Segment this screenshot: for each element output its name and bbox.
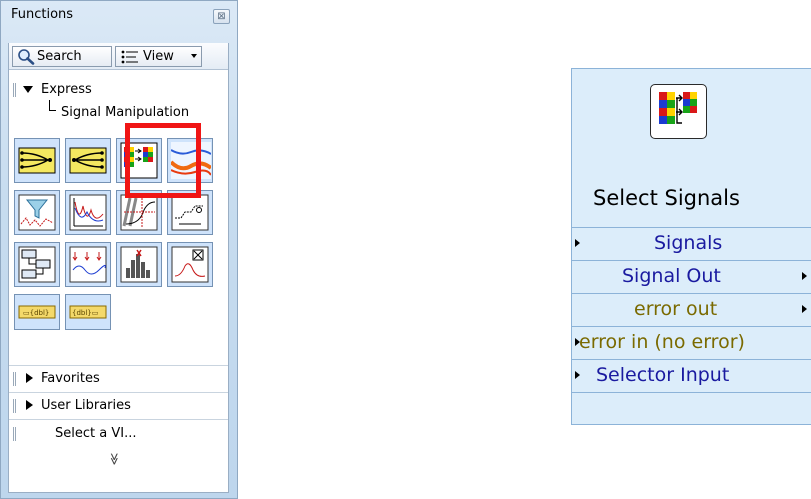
terminal-signal-out[interactable]: Signal Out (572, 260, 811, 290)
divider (9, 392, 228, 393)
tree-item-express[interactable]: Express (9, 80, 228, 100)
express-label: Express (41, 82, 92, 97)
svg-text:{dbl}▭: {dbl}▭ (72, 309, 98, 317)
terminal-selector-input[interactable]: Selector Input (572, 359, 811, 389)
close-icon[interactable]: ⊠ (213, 9, 230, 24)
expand-right-icon[interactable] (26, 373, 33, 383)
palette-toolbar: Search View (9, 43, 228, 70)
search-button[interactable]: Search (12, 46, 112, 67)
select-signals-node-icon (650, 84, 707, 139)
expand-right-icon[interactable] (26, 400, 33, 410)
histogram-icon[interactable] (116, 242, 162, 287)
terminal-label: Selector Input (596, 364, 730, 386)
filter-icon[interactable] (14, 190, 60, 235)
select-a-vi-label: Select a VI... (55, 426, 137, 441)
view-options-icon (121, 50, 138, 64)
drag-grip[interactable] (13, 83, 16, 97)
divider (9, 419, 228, 420)
select-signals-node[interactable]: Select Signals Signals Signal Out error … (571, 68, 811, 425)
select-a-vi-item[interactable]: Select a VI... (9, 424, 228, 444)
terminal-empty-row (572, 392, 811, 426)
user-libraries-label: User Libraries (41, 398, 131, 413)
drag-grip[interactable] (13, 427, 16, 441)
output-arrow-icon (802, 272, 807, 280)
merge-signals-icon[interactable] (14, 138, 60, 183)
peak-detection-icon[interactable] (167, 242, 213, 287)
from-dds-icon[interactable]: {dbl}▭ (65, 294, 111, 330)
terminal-error-out[interactable]: error out (572, 293, 811, 323)
terminal-label: Signal Out (622, 265, 721, 287)
terminal-label: error in (no error) (579, 331, 745, 353)
tree-item-signal-manipulation[interactable]: Signal Manipulation (9, 100, 228, 120)
terminal-signals[interactable]: Signals (572, 227, 811, 257)
expand-down-icon[interactable] (23, 86, 33, 93)
tree-item-user-libraries[interactable]: User Libraries (9, 396, 228, 416)
signal-manipulation-label: Signal Manipulation (61, 105, 190, 120)
search-button-label: Search (37, 49, 82, 64)
spectral-icon[interactable] (65, 190, 111, 235)
view-button[interactable]: View (115, 46, 202, 67)
tree-connector (49, 100, 56, 111)
tree-item-favorites[interactable]: Favorites (9, 369, 228, 389)
view-button-label: View (143, 49, 174, 64)
select-signals-highlight (125, 123, 201, 198)
split-signals-icon[interactable] (65, 138, 111, 183)
favorites-label: Favorites (41, 371, 100, 386)
node-title: Select Signals (593, 186, 740, 210)
palette-title: Functions (11, 7, 74, 22)
input-arrow-icon (575, 371, 580, 379)
drag-grip[interactable] (13, 399, 16, 413)
chevron-down-icon (191, 54, 197, 58)
divider (9, 365, 228, 366)
relay-signals-icon[interactable] (65, 242, 111, 287)
terminal-label: Signals (654, 232, 723, 254)
input-arrow-icon (575, 239, 580, 247)
terminal-label: error out (634, 298, 718, 320)
to-dds-icon[interactable]: ▭{dbl} (14, 294, 60, 330)
svg-text:▭{dbl}: ▭{dbl} (23, 309, 49, 317)
drag-grip[interactable] (13, 372, 16, 386)
terminal-error-in[interactable]: error in (no error) (572, 326, 811, 356)
magnifier-icon (18, 49, 35, 65)
output-arrow-icon (802, 305, 807, 313)
convert-to-dynamic-data-icon[interactable] (14, 242, 60, 287)
more-chevron-icon[interactable]: ≫ (107, 453, 121, 466)
